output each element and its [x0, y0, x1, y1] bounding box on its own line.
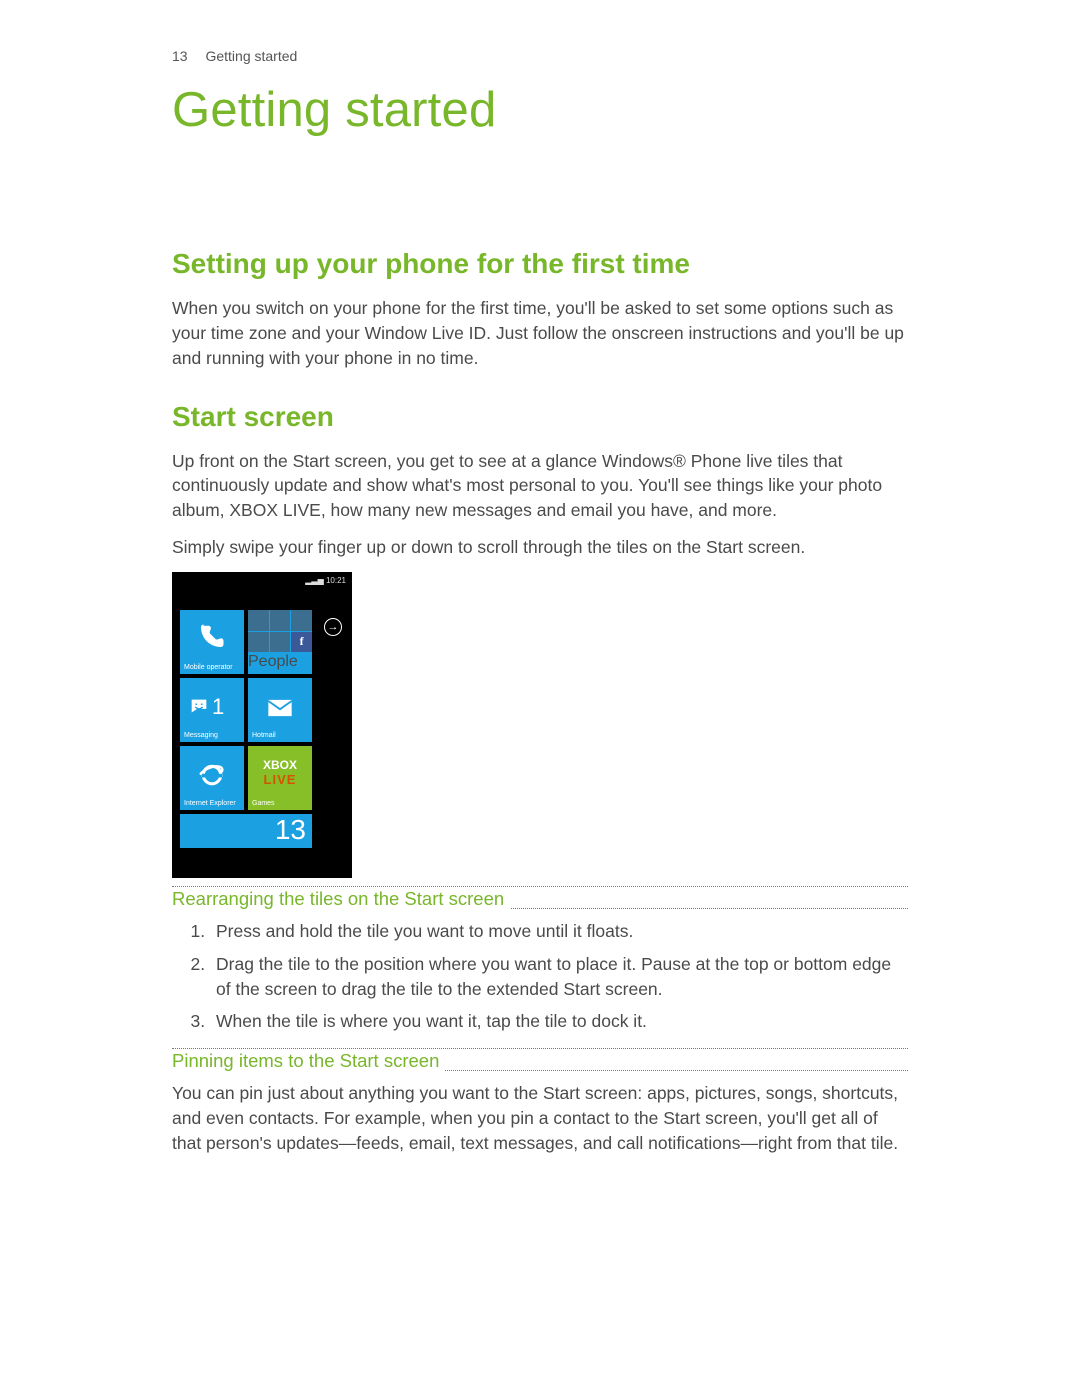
setup-body: When you switch on your phone for the fi… [172, 296, 908, 371]
dotted-rule-top [172, 1048, 908, 1049]
tile-messaging: 1 Messaging [180, 678, 244, 742]
chapter-title: Getting started [172, 82, 908, 138]
step-item: Press and hold the tile you want to move… [210, 919, 908, 944]
subsection-rearranging: Rearranging the tiles on the Start scree… [172, 886, 908, 909]
tile-hotmail: Hotmail [248, 678, 312, 742]
running-header: 13 Getting started [172, 48, 908, 64]
xbox-text-bottom: LIVE [248, 772, 312, 787]
xbox-text-top: XBOX [248, 758, 312, 772]
ie-icon [197, 760, 227, 790]
dotted-rule-top [172, 886, 908, 887]
mail-icon [266, 694, 294, 722]
step-item: When the tile is where you want it, tap … [210, 1009, 908, 1034]
start-screen-body-2: Simply swipe your finger up or down to s… [172, 535, 908, 560]
tile-people-label: People [248, 653, 298, 670]
rearranging-steps: Press and hold the tile you want to move… [210, 919, 908, 1034]
document-page: 13 Getting started Getting started Setti… [0, 0, 1080, 1156]
tile-internet-explorer: Internet Explorer [180, 746, 244, 810]
tile-games-label: Games [252, 800, 275, 807]
facebook-icon: f [291, 632, 312, 653]
calendar-day-number: 13 [275, 814, 306, 846]
phone-frame: ▂▃▅ 10:21 → Mobile operator f People [172, 572, 352, 878]
phone-screenshot: ▂▃▅ 10:21 → Mobile operator f People [172, 572, 908, 878]
messaging-icon [188, 696, 210, 718]
subheading-pinning: Pinning items to the Start screen [172, 1050, 445, 1072]
status-time: 10:21 [326, 576, 346, 585]
subheading-rearranging: Rearranging the tiles on the Start scree… [172, 888, 510, 910]
messaging-count: 1 [212, 694, 224, 720]
tile-people: f People [248, 610, 312, 674]
pinning-body: You can pin just about anything you want… [172, 1081, 908, 1156]
subsection-pinning: Pinning items to the Start screen [172, 1048, 908, 1071]
tile-ie-label: Internet Explorer [184, 800, 236, 807]
start-screen-body-1: Up front on the Start screen, you get to… [172, 449, 908, 524]
signal-icon: ▂▃▅ [305, 576, 323, 585]
tile-messaging-label: Messaging [184, 732, 218, 739]
tile-calendar: 13 [180, 814, 312, 848]
status-bar: ▂▃▅ 10:21 [305, 576, 346, 585]
step-item: Drag the tile to the position where you … [210, 952, 908, 1002]
section-heading-setup: Setting up your phone for the first time [172, 248, 908, 280]
phone-icon [196, 622, 226, 652]
running-title: Getting started [205, 48, 297, 64]
tile-phone: Mobile operator [180, 610, 244, 674]
section-heading-start-screen: Start screen [172, 401, 908, 433]
apps-arrow-icon: → [324, 618, 342, 636]
tile-grid: Mobile operator f People 1 Messaging [180, 610, 320, 852]
tile-phone-label: Mobile operator [184, 664, 233, 671]
tile-xbox: XBOX LIVE Games [248, 746, 312, 810]
tile-hotmail-label: Hotmail [252, 732, 276, 739]
page-number: 13 [172, 48, 188, 64]
